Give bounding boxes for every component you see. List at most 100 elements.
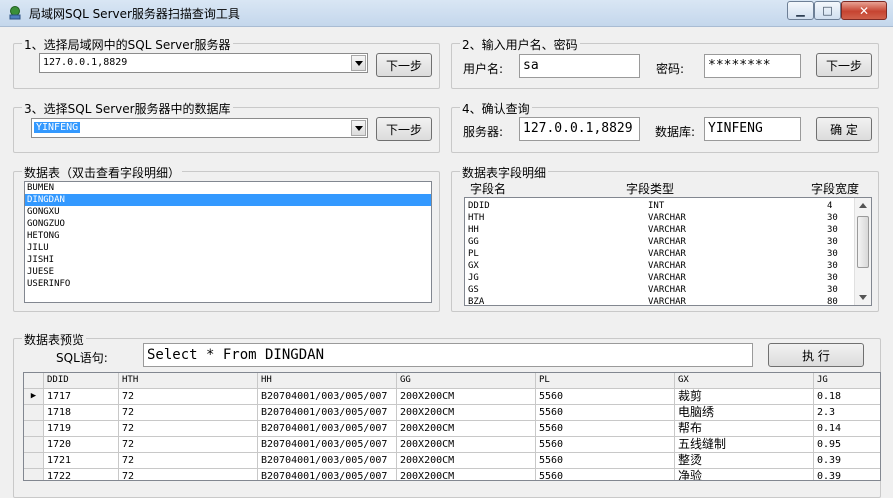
grid-cell[interactable]: 72 xyxy=(119,405,258,421)
grid-cell[interactable]: 72 xyxy=(119,469,258,480)
grid-cell[interactable]: 200X200CM xyxy=(397,469,536,480)
grid-cell[interactable]: 200X200CM xyxy=(397,389,536,405)
grid-cell[interactable]: 5560 xyxy=(536,469,675,480)
row-header[interactable] xyxy=(24,405,44,421)
row-header[interactable] xyxy=(24,421,44,437)
execute-button[interactable]: 执 行 xyxy=(768,343,864,367)
grid-column-header[interactable]: HH xyxy=(258,373,397,389)
server-select[interactable]: 127.0.0.1,8829 xyxy=(39,53,368,73)
table-list[interactable]: BUMEN DINGDAN GONGXU GONGZUO HETONG JILU JISHI… xyxy=(24,181,432,303)
scroll-thumb[interactable] xyxy=(857,216,869,268)
grid-cell[interactable]: 0.14 xyxy=(814,421,880,437)
chevron-down-icon[interactable] xyxy=(351,55,366,71)
grid-cell[interactable]: 1722 xyxy=(44,469,119,480)
field-row[interactable]: PL VARCHAR 30 xyxy=(465,248,855,260)
grid-cell[interactable]: 200X200CM xyxy=(397,437,536,453)
grid-cell[interactable]: B20704001/003/005/007 xyxy=(258,453,397,469)
field-row[interactable]: GX VARCHAR 30 xyxy=(465,260,855,272)
database-field[interactable]: YINFENG xyxy=(704,117,801,141)
grid-cell[interactable]: 72 xyxy=(119,437,258,453)
grid-column-header[interactable]: PL xyxy=(536,373,675,389)
sql-input[interactable]: Select * From DINGDAN xyxy=(143,343,753,367)
grid-cell[interactable]: 1720 xyxy=(44,437,119,453)
grid-cell[interactable]: 5560 xyxy=(536,405,675,421)
grid-cell[interactable]: 0.95 xyxy=(814,437,880,453)
scroll-down-icon[interactable] xyxy=(859,295,867,300)
grid-cell[interactable]: 整烫 xyxy=(675,453,814,469)
grid-cell[interactable]: 5560 xyxy=(536,437,675,453)
grid-column-header[interactable]: HTH xyxy=(119,373,258,389)
server-field[interactable]: 127.0.0.1,8829 xyxy=(519,117,640,141)
table-list-item[interactable]: JISHI xyxy=(25,254,431,266)
table-list-item[interactable]: JILU xyxy=(25,242,431,254)
row-header[interactable] xyxy=(24,437,44,453)
grid-column-header[interactable]: GG xyxy=(397,373,536,389)
grid-cell[interactable]: 72 xyxy=(119,389,258,405)
database-select[interactable]: YINFENG xyxy=(31,118,368,138)
field-row[interactable]: HH VARCHAR 30 xyxy=(465,224,855,236)
table-list-item[interactable]: HETONG xyxy=(25,230,431,242)
table-list-item[interactable]: USERINFO xyxy=(25,278,431,290)
grid-cell[interactable]: 200X200CM xyxy=(397,421,536,437)
grid-cell[interactable]: 0.18 xyxy=(814,389,880,405)
step2-next-button[interactable]: 下一步 xyxy=(816,53,872,77)
grid-cell[interactable]: 五线缝制 xyxy=(675,437,814,453)
confirm-button[interactable]: 确 定 xyxy=(816,117,872,141)
chevron-down-icon[interactable] xyxy=(351,120,366,136)
grid-cell[interactable]: B20704001/003/005/007 xyxy=(258,437,397,453)
minimize-button[interactable]: ▁ xyxy=(787,1,814,20)
grid-cell[interactable]: 1719 xyxy=(44,421,119,437)
grid-cell[interactable]: 帮布 xyxy=(675,421,814,437)
grid-cell[interactable]: 1717 xyxy=(44,389,119,405)
table-list-item[interactable]: DINGDAN xyxy=(25,194,431,206)
field-row[interactable]: GG VARCHAR 30 xyxy=(465,236,855,248)
step3-next-button[interactable]: 下一步 xyxy=(376,117,432,141)
grid-cell[interactable]: 2.3 xyxy=(814,405,880,421)
field-list-scrollbar[interactable] xyxy=(854,198,871,305)
grid-cell[interactable]: 0.39 xyxy=(814,469,880,480)
field-row[interactable]: BZA VARCHAR 80 xyxy=(465,296,855,305)
grid-cell[interactable]: 1721 xyxy=(44,453,119,469)
grid-cell[interactable]: 200X200CM xyxy=(397,453,536,469)
row-header[interactable] xyxy=(24,469,44,480)
step1-next-button[interactable]: 下一步 xyxy=(376,53,432,77)
grid-cell[interactable]: 1718 xyxy=(44,405,119,421)
grid-cell[interactable]: 72 xyxy=(119,421,258,437)
minimize-icon: ▁ xyxy=(796,4,805,17)
close-button[interactable]: ✕ xyxy=(841,1,887,20)
grid-cell[interactable]: 0.39 xyxy=(814,453,880,469)
field-row[interactable]: GS VARCHAR 30 xyxy=(465,284,855,296)
current-row-icon[interactable]: ▶ xyxy=(24,389,44,405)
password-field[interactable]: ******** xyxy=(704,54,801,78)
field-row[interactable]: HTH VARCHAR 30 xyxy=(465,212,855,224)
grid-cell[interactable]: 净验 xyxy=(675,469,814,480)
grid-cell[interactable]: 5560 xyxy=(536,453,675,469)
scroll-up-icon[interactable] xyxy=(859,203,867,208)
preview-grid[interactable]: DDID HTH HH GG PL GX JG ▶ 1717 72 B20704001/003/00… xyxy=(23,372,881,481)
grid-cell[interactable]: 72 xyxy=(119,453,258,469)
grid-cell[interactable]: B20704001/003/005/007 xyxy=(258,389,397,405)
field-name: GX xyxy=(468,261,479,271)
grid-column-header[interactable]: DDID xyxy=(44,373,119,389)
table-list-item[interactable]: JUESE xyxy=(25,266,431,278)
field-row[interactable]: DDID INT 4 xyxy=(465,200,855,212)
field-list[interactable]: DDID INT 4 HTH VARCHAR 30 HH VARCHAR 30 GG VARCHAR… xyxy=(464,197,872,306)
title-bar[interactable]: 局域网SQL Server服务器扫描查询工具 ▁ □ ✕ xyxy=(0,0,893,27)
table-list-item[interactable]: BUMEN xyxy=(25,182,431,194)
grid-cell[interactable]: 200X200CM xyxy=(397,405,536,421)
grid-cell[interactable]: B20704001/003/005/007 xyxy=(258,421,397,437)
grid-column-header[interactable]: GX xyxy=(675,373,814,389)
grid-cell[interactable]: 电脑绣 xyxy=(675,405,814,421)
grid-cell[interactable]: 裁剪 xyxy=(675,389,814,405)
grid-cell[interactable]: 5560 xyxy=(536,421,675,437)
field-row[interactable]: JG VARCHAR 30 xyxy=(465,272,855,284)
grid-cell[interactable]: 5560 xyxy=(536,389,675,405)
maximize-button[interactable]: □ xyxy=(814,1,841,20)
grid-cell[interactable]: B20704001/003/005/007 xyxy=(258,405,397,421)
username-field[interactable]: sa xyxy=(519,54,640,78)
grid-cell[interactable]: B20704001/003/005/007 xyxy=(258,469,397,480)
table-list-item[interactable]: GONGZUO xyxy=(25,218,431,230)
table-list-item[interactable]: GONGXU xyxy=(25,206,431,218)
row-header[interactable] xyxy=(24,453,44,469)
grid-column-header[interactable]: JG xyxy=(814,373,880,389)
